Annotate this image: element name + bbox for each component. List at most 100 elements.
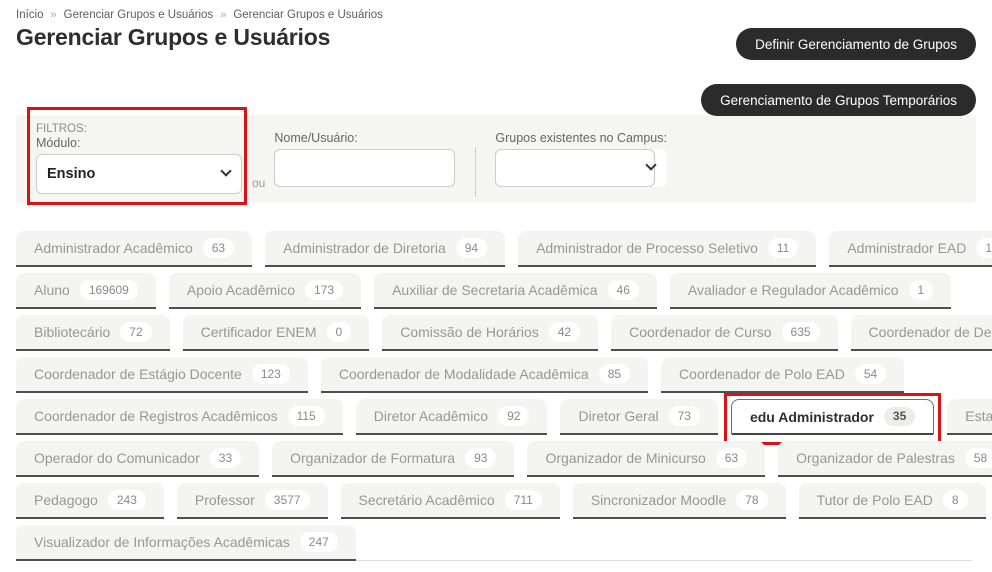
group-count-badge: 1 [908,280,934,300]
group-tag-label: Avaliador e Regulador Acadêmico [687,282,899,298]
group-tag[interactable]: Organizador de Formatura 93 [272,441,515,477]
group-count-badge: 94 [455,238,488,258]
group-tag-label: Diretor Acadêmico [373,408,489,424]
group-tag-label: Coordenador de Desporto [868,324,992,340]
group-tag-label: Administrador de Diretoria [283,240,446,256]
group-tag-row: Operador do Comunicador 33 Organizador de … [16,441,992,477]
group-tag[interactable]: Administrador Acadêmico 63 [16,231,253,267]
group-count-badge: 85 [598,364,631,384]
group-tag-label: Pedagogo [34,492,98,508]
group-tag-label: Bibliotecário [34,324,111,340]
group-tag[interactable]: Diretor Geral 73 [560,399,718,435]
group-tag[interactable]: Organizador de Minicurso 63 [527,441,766,477]
group-count-badge: 33 [209,448,242,468]
group-tag[interactable]: Organizador de Palestras 58 [778,441,992,477]
group-count-badge: 46 [607,280,639,300]
group-tag-label: Coordenador de Polo EAD [679,366,845,382]
group-count-badge: 63 [715,448,748,468]
group-tag-label: Apoio Acadêmico [186,282,296,298]
group-tag-row: Coordenador de Estágio Docente 123 Coorden… [16,357,976,393]
group-count-badge: 58 [964,448,992,468]
group-tag[interactable]: Comissão de Horários 42 [382,315,599,351]
define-group-management-button[interactable]: Definir Gerenciamento de Grupos [736,28,976,60]
group-tag-label: Comissão de Horários [400,324,539,340]
group-count-badge: 635 [781,322,820,342]
group-count-badge: 115 [287,406,325,426]
group-tag[interactable]: Apoio Acadêmico 173 [168,273,362,309]
page: Início » Gerenciar Grupos e Usuários » Geren… [0,0,992,572]
group-tag[interactable]: Avaliador e Regulador Acadêmico 1 [669,273,952,309]
group-tag[interactable]: Secretário Acadêmico 711 [340,483,560,519]
group-tag-label: Coordenador de Registros Acadêmicos [34,408,278,424]
group-tag-label: Estagiário [965,408,992,424]
breadcrumb: Início » Gerenciar Grupos e Usuários » Geren… [16,0,976,21]
group-tag[interactable]: Diretor Acadêmico 92 [355,399,548,435]
group-count-badge: 243 [107,490,146,510]
group-tag-label: Tutor de Polo EAD [816,492,933,508]
group-count-badge: 72 [120,322,152,342]
or-text: ou [252,176,266,190]
group-tag[interactable]: Certificador ENEM 0 [182,315,370,351]
group-tag-label: Visualizador de Informações Acadêmicas [34,534,290,550]
module-label: Módulo: [36,136,81,150]
campus-groups-select[interactable] [495,149,656,187]
group-tag[interactable]: Sincronizador Moodle 78 [572,483,786,519]
group-count-badge: 0 [326,322,352,342]
module-field: Módulo: Ensino [36,136,242,194]
breadcrumb-separator: » [50,9,57,21]
group-tag-label: edu Administrador [749,408,874,425]
group-tag-label: Operador do Comunicador [34,450,200,466]
group-tag-label: Organizador de Formatura [290,450,456,466]
group-tag[interactable]: Operador do Comunicador 33 [16,441,260,477]
group-tag[interactable]: Administrador EAD 1 [829,231,992,267]
breadcrumb-separator: » [220,9,227,21]
group-tag-label: Sincronizador Moodle [590,492,727,508]
group-count-badge: 247 [299,532,338,552]
group-tag[interactable]: Coordenador de Registros Acadêmicos 115 [16,399,343,435]
group-tag[interactable]: Coordenador de Modalidade Acadêmica 85 [320,357,649,393]
group-tag[interactable]: Coordenador de Desporto18 [850,315,992,351]
group-count-badge: 11 [767,238,799,258]
name-user-field: Nome/Usuário: [274,131,456,187]
group-tag-label: Certificador ENEM [200,324,317,340]
campus-groups-label: Grupos existentes no Campus: [495,131,667,145]
group-tag[interactable]: Administrador de Processo Seletivo 11 [518,231,817,267]
group-count-badge: 35 [883,406,916,427]
group-tag-label: Coordenador de Curso [629,324,772,340]
group-tag-row: Pedagogo 243 Professor 3577 Secretário Acadê… [16,483,986,519]
group-tag[interactable]: Auxiliar de Secretaria Acadêmica 46 [374,273,657,309]
group-tag[interactable]: Coordenador de Polo EAD 54 [661,357,905,393]
breadcrumb-item-gerenciar-grupos[interactable]: Gerenciar Grupos e Usuários [64,9,214,21]
group-tag[interactable]: Professor 3577 [176,483,328,519]
name-user-label: Nome/Usuário: [274,131,358,145]
group-tag-label: Organizador de Minicurso [545,450,706,466]
group-tag[interactable]: Estagiário9 [947,399,992,435]
group-tag[interactable]: Aluno 169609 [16,273,156,309]
group-tag[interactable]: Pedagogo 243 [16,483,164,519]
group-tag-label: Aluno [34,282,70,298]
group-tag[interactable]: Bibliotecário 72 [16,315,170,351]
group-tag[interactable]: edu Administrador 35 [730,399,935,435]
group-tag-label: Administrador Acadêmico [34,240,193,256]
group-count-badge: 92 [498,406,530,426]
campus-groups-field: Grupos existentes no Campus: [495,131,667,187]
name-user-input[interactable] [274,149,456,187]
group-tag[interactable]: Visualizador de Informações Acadêmicas 24… [16,525,356,561]
group-tag[interactable]: Administrador de Diretoria 94 [265,231,506,267]
breadcrumb-item-inicio[interactable]: Início [16,9,44,21]
group-tag-label: Administrador EAD [847,240,967,256]
module-select[interactable]: Ensino [36,154,242,194]
group-tag-label: Secretário Acadêmico [358,492,495,508]
group-tag-row: Administrador Acadêmico 63 Administrador d… [16,231,992,267]
group-tag[interactable]: Coordenador de Estágio Docente 123 [16,357,308,393]
group-tag[interactable]: Tutor de Polo EAD 8 [798,483,986,519]
group-tag-label: Coordenador de Modalidade Acadêmica [338,366,589,382]
temporary-groups-button[interactable]: Gerenciamento de Grupos Temporários [701,84,976,116]
group-tag-label: Professor [194,492,255,508]
group-tag-label: Coordenador de Estágio Docente [34,366,242,382]
group-tag-row: Aluno 169609 Apoio Acadêmico 173 Auxiliar de… [16,273,976,309]
group-tag-label: Organizador de Palestras [796,450,955,466]
group-tag-label: Auxiliar de Secretaria Acadêmica [392,282,598,298]
group-count-badge: 123 [251,364,290,384]
group-tag[interactable]: Coordenador de Curso 635 [611,315,838,351]
